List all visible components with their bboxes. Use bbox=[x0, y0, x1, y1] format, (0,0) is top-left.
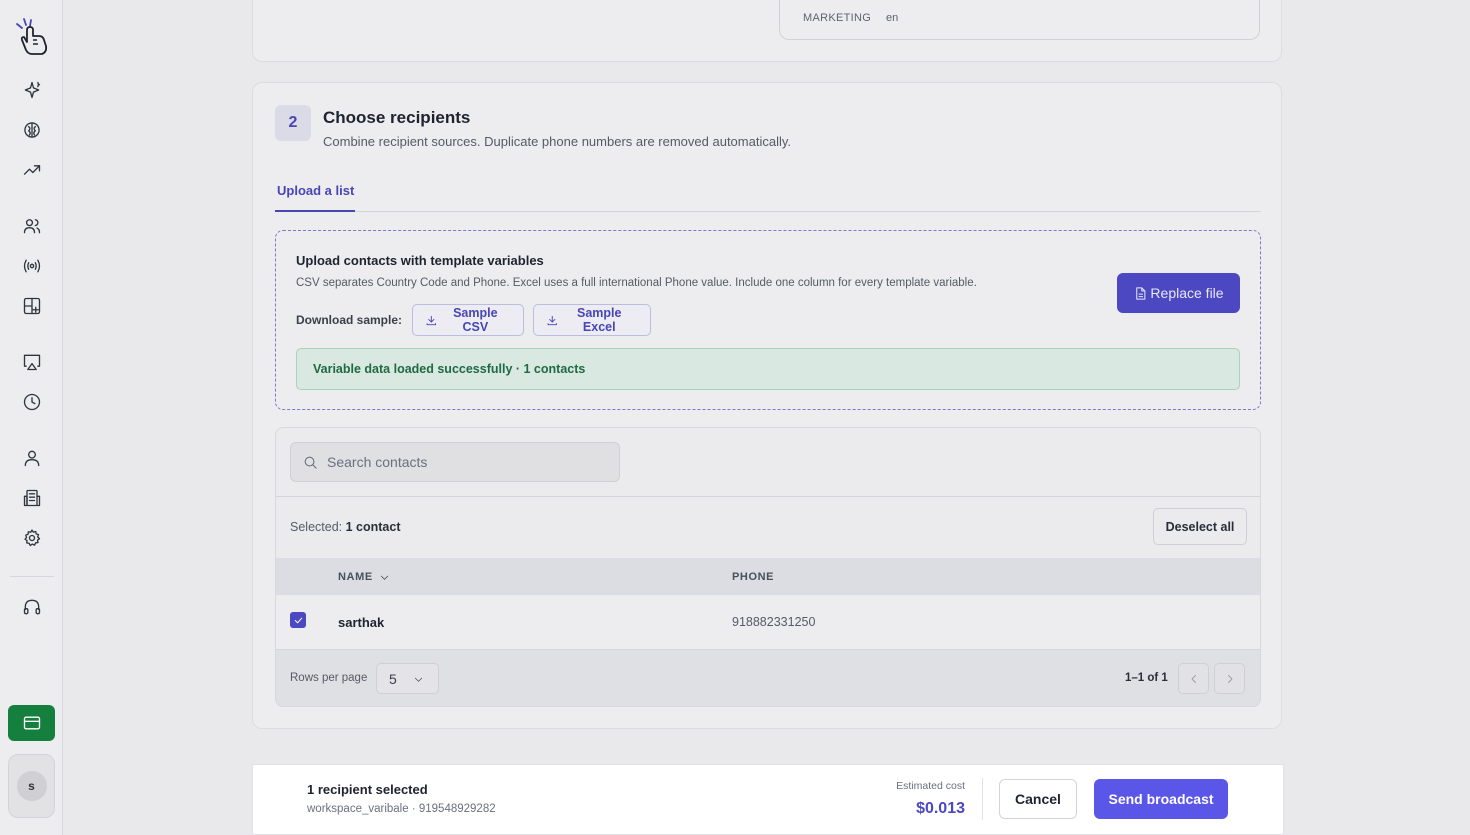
rows-per-page-select[interactable]: 5 bbox=[376, 663, 439, 694]
divider bbox=[982, 778, 983, 820]
next-page-button[interactable] bbox=[1214, 663, 1245, 694]
tab-upload-list[interactable]: Upload a list bbox=[275, 175, 355, 212]
estimated-cost-label: Estimated cost bbox=[896, 780, 965, 792]
upload-description: CSV separates Country Code and Phone. Ex… bbox=[296, 277, 977, 289]
grid-plus-icon[interactable] bbox=[16, 290, 48, 322]
estimated-cost-value: $0.013 bbox=[916, 800, 965, 817]
divider bbox=[276, 496, 1260, 497]
account-menu[interactable]: s bbox=[8, 754, 55, 818]
step-subtitle: Combine recipient sources. Duplicate pho… bbox=[323, 134, 791, 149]
search-icon bbox=[304, 456, 317, 469]
building-icon[interactable] bbox=[16, 482, 48, 514]
column-header-name[interactable]: NAME bbox=[338, 571, 390, 583]
chevron-down-icon bbox=[414, 677, 423, 682]
download-icon bbox=[547, 315, 557, 325]
template-category: MARKETING bbox=[803, 12, 872, 24]
search-input[interactable] bbox=[327, 443, 607, 481]
file-icon bbox=[1136, 286, 1146, 300]
replace-file-label: Replace file bbox=[1150, 285, 1224, 301]
search-field[interactable] bbox=[290, 442, 620, 482]
recipient-source-tabs: Upload a list bbox=[275, 175, 1261, 212]
pagination-range: 1–1 of 1 bbox=[1125, 672, 1168, 684]
column-name-label: NAME bbox=[338, 571, 373, 583]
trending-up-icon[interactable] bbox=[16, 154, 48, 186]
contacts-table-panel: Selected: 1 contact Deselect all NAME PH… bbox=[275, 427, 1261, 707]
sender-info: workspace_varibale · 919548929282 bbox=[307, 803, 496, 815]
selected-count: 1 contact bbox=[345, 520, 401, 534]
table-pagination: Rows per page 5 1–1 of 1 bbox=[276, 650, 1260, 706]
credit-card-icon bbox=[23, 716, 40, 730]
rows-per-page-label: Rows per page bbox=[290, 672, 368, 684]
sample-csv-label: Sample CSV bbox=[453, 306, 498, 334]
billing-button[interactable] bbox=[8, 705, 55, 741]
check-icon bbox=[294, 617, 302, 623]
replace-file-button[interactable]: Replace file bbox=[1117, 273, 1240, 313]
template-card: MARKETING en bbox=[252, 0, 1282, 62]
user-icon[interactable] bbox=[16, 442, 48, 474]
users-icon[interactable] bbox=[16, 210, 48, 242]
brain-icon[interactable] bbox=[16, 114, 48, 146]
broadcast-icon[interactable] bbox=[16, 250, 48, 282]
sidebar-divider bbox=[10, 576, 54, 577]
template-language: en bbox=[886, 12, 899, 24]
sidebar: s bbox=[0, 0, 63, 835]
upload-success-message: Variable data loaded successfully · 1 co… bbox=[296, 348, 1240, 390]
deselect-all-button[interactable]: Deselect all bbox=[1153, 508, 1247, 545]
selection-summary: Selected: 1 contact bbox=[290, 520, 401, 534]
upload-title: Upload contacts with template variables bbox=[296, 253, 544, 268]
send-broadcast-button[interactable]: Send broadcast bbox=[1094, 779, 1228, 819]
rows-per-page-value: 5 bbox=[389, 671, 397, 687]
selected-prefix: Selected: bbox=[290, 520, 343, 534]
table-row[interactable]: sarthak 918882331250 bbox=[276, 595, 1260, 650]
previous-page-button[interactable] bbox=[1178, 663, 1209, 694]
contact-name: sarthak bbox=[338, 615, 385, 630]
sample-csv-button[interactable]: Sample CSV bbox=[412, 304, 524, 336]
download-sample-label: Download sample: bbox=[296, 313, 403, 327]
broadcast-action-bar: 1 recipient selected workspace_varibale … bbox=[252, 764, 1284, 835]
chevron-left-icon bbox=[1191, 674, 1196, 683]
step-title: Choose recipients bbox=[323, 108, 471, 127]
template-preview: MARKETING en bbox=[779, 0, 1260, 40]
contact-phone: 918882331250 bbox=[732, 615, 816, 629]
headphones-icon[interactable] bbox=[16, 591, 48, 623]
download-icon bbox=[426, 315, 436, 325]
chevron-right-icon bbox=[1227, 674, 1232, 683]
monitor-icon[interactable] bbox=[16, 346, 48, 378]
table-header: NAME PHONE bbox=[276, 558, 1260, 595]
recipients-card: 2 Choose recipients Combine recipient so… bbox=[252, 82, 1282, 729]
upload-dropzone[interactable]: Upload contacts with template variables … bbox=[275, 230, 1261, 410]
recipient-count: 1 recipient selected bbox=[307, 782, 428, 797]
row-checkbox[interactable] bbox=[290, 612, 306, 628]
sample-excel-button[interactable]: Sample Excel bbox=[533, 304, 651, 336]
sample-excel-label: Sample Excel bbox=[577, 306, 622, 334]
clock-icon[interactable] bbox=[16, 386, 48, 418]
chevron-down-icon bbox=[380, 575, 388, 580]
sparkle-icon[interactable] bbox=[16, 74, 48, 106]
app-logo-icon[interactable] bbox=[12, 16, 52, 58]
gear-icon[interactable] bbox=[16, 522, 48, 554]
cancel-button[interactable]: Cancel bbox=[999, 779, 1077, 819]
avatar: s bbox=[16, 771, 47, 801]
step-number: 2 bbox=[275, 105, 311, 141]
column-header-phone: PHONE bbox=[732, 571, 775, 583]
